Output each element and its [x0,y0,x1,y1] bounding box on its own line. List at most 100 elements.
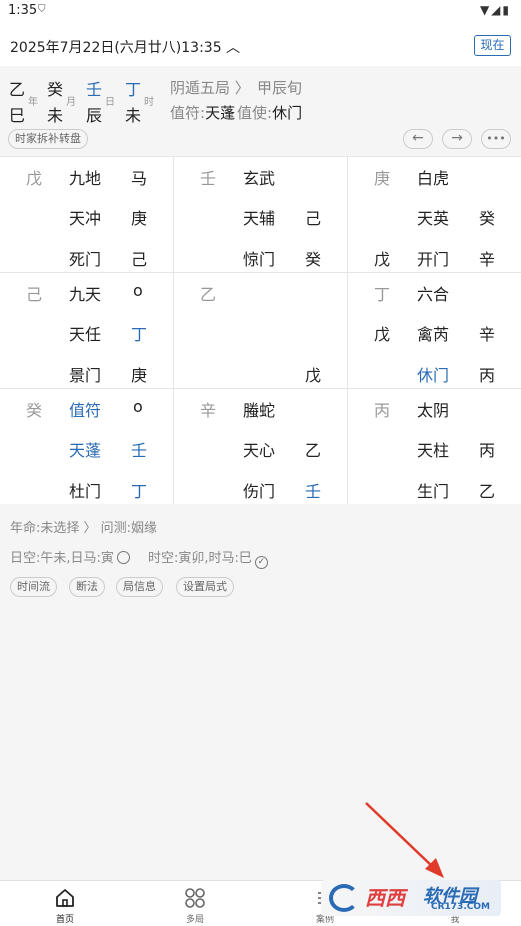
hour-void-horse: 时空:寅卯,时马:巳 ✓ [148,547,268,569]
nine-palace-grid: 戊 九地 马 天冲 庚 死门 己 壬 玄武 天辅 己 惊门 癸 庚 白虎 天英 … [0,156,521,505]
palace-god: 九地 [69,169,102,188]
ju-info-chip[interactable]: 局信息 [116,577,163,597]
palace-corner: 戊 [26,169,43,188]
palace-door-stem: 壬 [305,482,322,501]
time-flow-chip[interactable]: 时间流 [10,577,57,597]
forward-arrow-icon[interactable]: → [442,129,472,149]
palace-door: 开门 [417,250,450,269]
palace-star: 天柱 [417,441,450,460]
palace-star: 天冲 [69,209,102,228]
palace-star-stem: 庚 [131,209,148,228]
month-branch: 未 [47,106,64,125]
palace-god: 值符 [69,401,102,420]
palace-door-stem: 辛 [479,250,496,269]
hour-label: 时 [144,97,154,108]
palace-mark: 马 [131,169,148,188]
palace-god: 玄武 [243,169,276,188]
palace-god: 九天 [69,285,102,304]
palace-god: 太阴 [417,401,450,420]
palace-star: 天心 [243,441,276,460]
zhifu-info: 值符:天蓬 [170,104,236,122]
circle-icon [116,551,130,564]
palace-door: 死门 [69,250,102,269]
palace-door: 杜门 [69,482,102,501]
palace-star-stem: 乙 [305,441,322,460]
nav-home-label: 首页 [55,915,74,925]
nav-home[interactable]: 首页 [0,881,130,926]
palace-corner: 庚 [374,169,391,188]
palace-7[interactable]: 癸 值符 o 天蓬 壬 杜门 丁 [0,389,174,505]
palace-corner: 壬 [200,169,217,188]
hour-stem: 丁 [125,80,142,99]
palace-star-stem: 辛 [479,325,496,344]
plate-type-chip[interactable]: 时家拆补转盘 [8,129,88,149]
watermark-logo-icon [329,884,359,912]
palace-star: 天任 [69,325,102,344]
watermark-site: CR173.COM [431,902,490,912]
palace-1[interactable]: 戊 九地 马 天冲 庚 死门 己 [0,157,174,273]
watermark: 西西 软件园 CR173.COM [321,880,501,916]
palace-door: 生门 [417,482,450,501]
palace-door: 惊门 [243,250,276,269]
hour-branch: 未 [125,106,142,125]
palace-door: 景门 [69,366,102,385]
back-arrow-icon[interactable]: ← [403,129,433,149]
four-pillars: 乙 巳 年 癸 未 月 壬 辰 日 丁 未 时 阴遁五局 〉 甲辰旬 值符:天蓬… [0,66,521,156]
date-bar: 2025年7月22日(六月廿八)13:35 ︿ 现在 [0,24,521,66]
palace-god: 螣蛇 [243,401,276,420]
palace-empty-mark: o [133,281,143,300]
date-selector[interactable]: 2025年7月22日(六月廿八)13:35 ︿ [10,37,240,57]
set-ju-chip[interactable]: 设置局式 [176,577,234,597]
palace-corner: 癸 [26,401,43,420]
palace-corner: 己 [26,285,43,304]
more-icon[interactable]: ••• [481,129,511,149]
palace-3[interactable]: 庚 白虎 天英 癸 戊 开门 辛 [348,157,521,273]
palace-5-center[interactable]: 乙 戊 [174,273,348,389]
palace-door-stem: 戊 [305,366,322,385]
year-stem: 乙 [9,80,26,99]
palace-4[interactable]: 己 九天 o 天任 丁 景门 庚 [0,273,174,389]
palace-corner: 丁 [374,285,391,304]
zhishi-info: 值使:休门 [237,104,303,122]
ju-selector[interactable]: 阴遁五局 〉 [170,77,250,98]
birth-year-question[interactable]: 年命:未选择 〉 问测:姻缘 [10,517,157,536]
day-branch: 辰 [86,106,103,125]
month-stem: 癸 [47,80,64,99]
palace-star-stem: 壬 [131,441,148,460]
watermark-brand: 西西 [365,886,405,910]
check-circle-icon: ✓ [254,556,268,569]
year-branch: 巳 [9,106,26,125]
judgment-chip[interactable]: 断法 [69,577,105,597]
status-bar: 1:35 ⛉ ▼◢▮ [0,0,521,24]
palace-hidden-stem: 戊 [374,250,391,269]
palace-6[interactable]: 丁 六合 戊 禽芮 辛 休门 丙 [348,273,521,389]
palace-door: 休门 [417,366,450,385]
palace-door-stem: 己 [131,250,148,269]
palace-door: 伤门 [243,482,276,501]
palace-star: 禽芮 [417,325,450,344]
palace-door-stem: 丙 [479,366,496,385]
palace-2[interactable]: 壬 玄武 天辅 己 惊门 癸 [174,157,348,273]
palace-god: 六合 [417,285,450,304]
info-panel: 年命:未选择 〉 问测:姻缘 日空:午未,日马:寅 时空:寅卯,时马:巳 ✓ 时间… [0,504,521,880]
year-label: 年 [28,97,38,108]
now-button[interactable]: 现在 [474,35,511,56]
palace-8[interactable]: 辛 螣蛇 天心 乙 伤门 壬 [174,389,348,505]
day-stem: 壬 [86,80,103,99]
palace-9[interactable]: 丙 太阴 天柱 丙 生门 乙 [348,389,521,505]
palace-hidden-stem: 戊 [374,325,391,344]
grid-icon [185,888,205,908]
xun-label: 甲辰旬 [257,79,303,97]
palace-star-stem: 癸 [479,209,496,228]
palace-star: 天辅 [243,209,276,228]
palace-god: 白虎 [417,169,450,188]
palace-star-stem: 己 [305,209,322,228]
palace-corner: 辛 [200,401,217,420]
palace-door-stem: 癸 [305,250,322,269]
nav-multi[interactable]: 多局 [130,881,260,926]
palace-corner: 丙 [374,401,391,420]
home-icon [56,889,74,907]
palace-door-stem: 庚 [131,366,148,385]
palace-star-stem: 丙 [479,441,496,460]
palace-corner: 乙 [200,285,217,304]
